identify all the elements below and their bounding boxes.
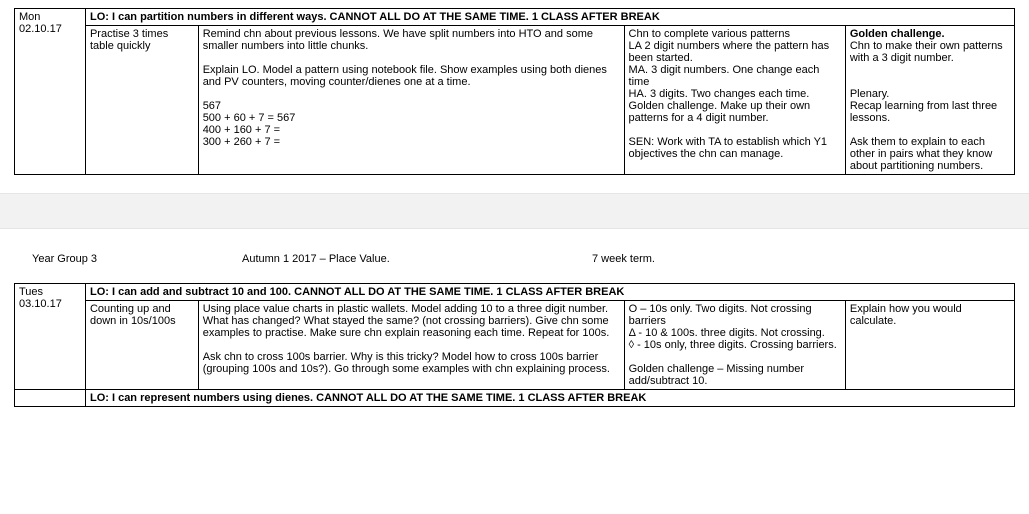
diff-line: Chn to complete various patterns — [629, 28, 841, 40]
plan-table-top: Mon 02.10.17 LO: I can partition numbers… — [14, 8, 1015, 175]
diff-line: LA 2 digit numbers where the pattern has… — [629, 40, 841, 64]
golden-challenge-body: Chn to make their own patterns with a 3 … — [850, 40, 1010, 64]
date-num: 03.10.17 — [19, 298, 62, 310]
unit-title: Autumn 1 2017 – Place Value. — [242, 253, 592, 265]
example-line: 500 + 60 + 7 = 567 — [203, 112, 620, 124]
date-cell: Mon 02.10.17 — [15, 9, 86, 175]
diff-line: Δ - 10 & 100s. three digits. Not crossin… — [629, 327, 841, 339]
date-day: Mon — [19, 11, 40, 23]
plenary-body: Recap learning from last three lessons. — [850, 100, 1010, 124]
main-text: Remind chn about previous lessons. We ha… — [203, 28, 620, 52]
term-length: 7 week term. — [592, 253, 792, 265]
starter-cell: Practise 3 times table quickly — [85, 26, 198, 175]
plenary-title: Plenary. — [850, 88, 1010, 100]
page-gap — [0, 193, 1029, 229]
main-text: Using place value charts in plastic wall… — [203, 303, 620, 339]
starter-cell: Counting up and down in 10s/100s — [85, 301, 198, 390]
lo-cell: LO: I can partition numbers in different… — [85, 9, 1014, 26]
lo-cell: LO: I can add and subtract 10 and 100. C… — [85, 284, 1014, 301]
date-num: 02.10.17 — [19, 23, 62, 35]
diff-line: MA. 3 digit numbers. One change each tim… — [629, 64, 841, 88]
diff-line: HA. 3 digits. Two changes each time. — [629, 88, 841, 100]
example-line: 400 + 160 + 7 = — [203, 124, 620, 136]
main-text: Explain LO. Model a pattern using notebo… — [203, 64, 620, 88]
golden-challenge-title: Golden challenge. — [850, 28, 1010, 40]
date-day: Tues — [19, 286, 43, 298]
date-cell-empty — [15, 390, 86, 407]
page-header: Year Group 3 Autumn 1 2017 – Place Value… — [14, 229, 1015, 283]
diff-sen: SEN: Work with TA to establish which Y1 … — [629, 136, 841, 160]
plan-table-bottom: Tues 03.10.17 LO: I can add and subtract… — [14, 283, 1015, 407]
diff-golden: Golden challenge – Missing number add/su… — [629, 363, 841, 387]
differentiation-cell: Chn to complete various patterns LA 2 di… — [624, 26, 845, 175]
plenary-cell: Golden challenge. Chn to make their own … — [845, 26, 1014, 175]
plenary-extra: Ask them to explain to each other in pai… — [850, 136, 1010, 172]
date-cell: Tues 03.10.17 — [15, 284, 86, 390]
example-line: 567 — [203, 100, 620, 112]
example-line: 300 + 260 + 7 = — [203, 136, 620, 148]
lo-cell: LO: I can represent numbers using dienes… — [85, 390, 1014, 407]
year-group: Year Group 3 — [32, 253, 242, 265]
main-text: Ask chn to cross 100s barrier. Why is th… — [203, 351, 620, 375]
diff-line: Golden challenge. Make up their own patt… — [629, 100, 841, 124]
diff-line: O – 10s only. Two digits. Not crossing b… — [629, 303, 841, 327]
differentiation-cell: O – 10s only. Two digits. Not crossing b… — [624, 301, 845, 390]
main-cell: Remind chn about previous lessons. We ha… — [198, 26, 624, 175]
main-cell: Using place value charts in plastic wall… — [198, 301, 624, 390]
plenary-cell: Explain how you would calculate. — [845, 301, 1014, 390]
diff-line: ◊ - 10s only, three digits. Crossing bar… — [629, 339, 841, 351]
